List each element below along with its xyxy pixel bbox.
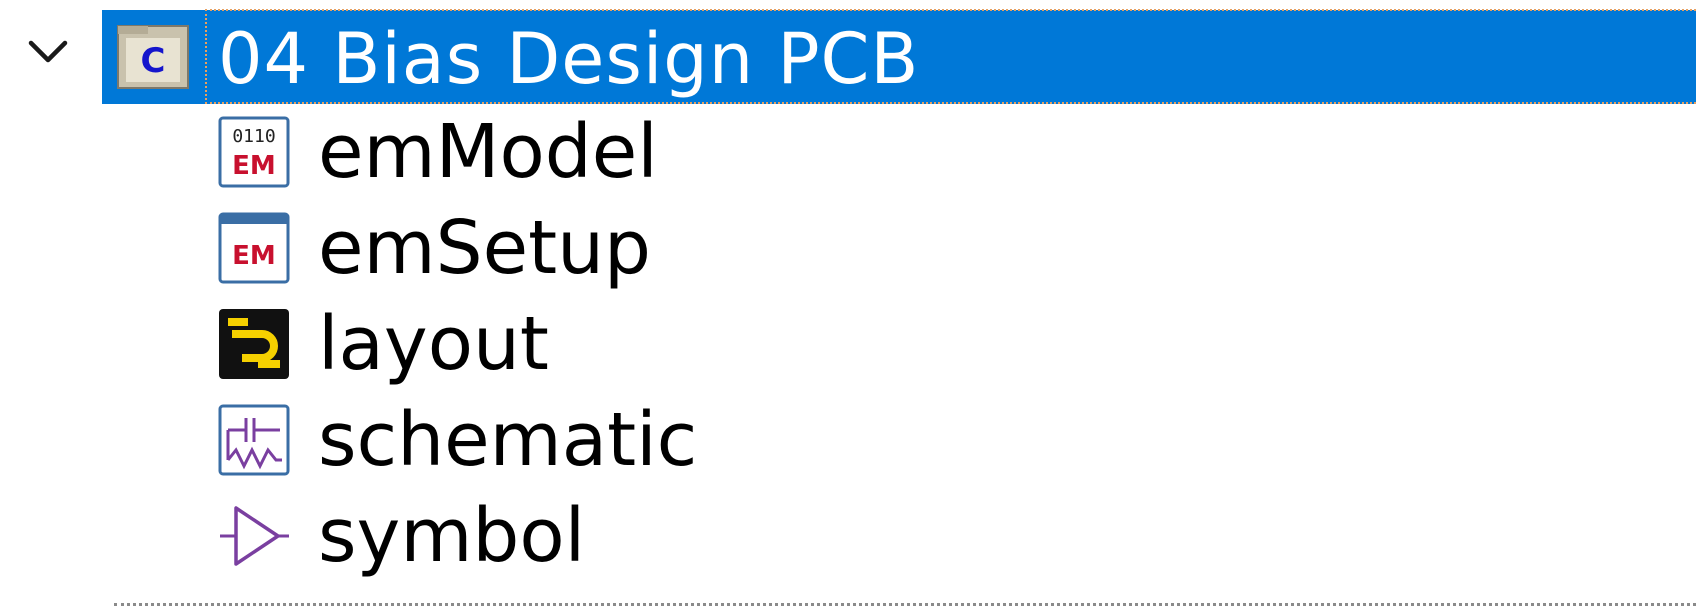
svg-text:0110: 0110 xyxy=(232,126,275,147)
svg-text:C: C xyxy=(141,41,166,81)
svg-text:EM: EM xyxy=(232,241,276,271)
tree-item-layout[interactable]: layout xyxy=(0,296,1696,392)
layout-icon xyxy=(218,308,290,380)
tree-item-emmodel[interactable]: 0110 EM emModel xyxy=(0,104,1696,200)
em-setup-icon: EM xyxy=(218,212,290,284)
tree-bottom-divider xyxy=(114,603,1696,606)
em-model-icon: 0110 EM xyxy=(218,116,290,188)
tree-item-label: emModel xyxy=(318,109,658,195)
tree-item-label: emSetup xyxy=(318,205,651,291)
tree-item-label: layout xyxy=(318,301,549,387)
tree-item-emsetup[interactable]: EM emSetup xyxy=(0,200,1696,296)
tree-root-label: 04 Bias Design PCB xyxy=(218,18,920,100)
chevron-down-icon[interactable] xyxy=(20,24,76,80)
tree-item-label: symbol xyxy=(318,493,586,579)
tree-item-label: schematic xyxy=(318,397,698,483)
schematic-icon xyxy=(218,404,290,476)
cell-folder-icon: C xyxy=(116,18,190,92)
symbol-icon xyxy=(218,500,290,572)
library-tree: C 04 Bias Design PCB 0110 EM emModel EM … xyxy=(0,0,1696,608)
svg-text:EM: EM xyxy=(232,151,276,181)
tree-root-row[interactable]: C 04 Bias Design PCB xyxy=(0,0,1696,104)
tree-item-symbol[interactable]: symbol xyxy=(0,488,1696,584)
tree-item-schematic[interactable]: schematic xyxy=(0,392,1696,488)
